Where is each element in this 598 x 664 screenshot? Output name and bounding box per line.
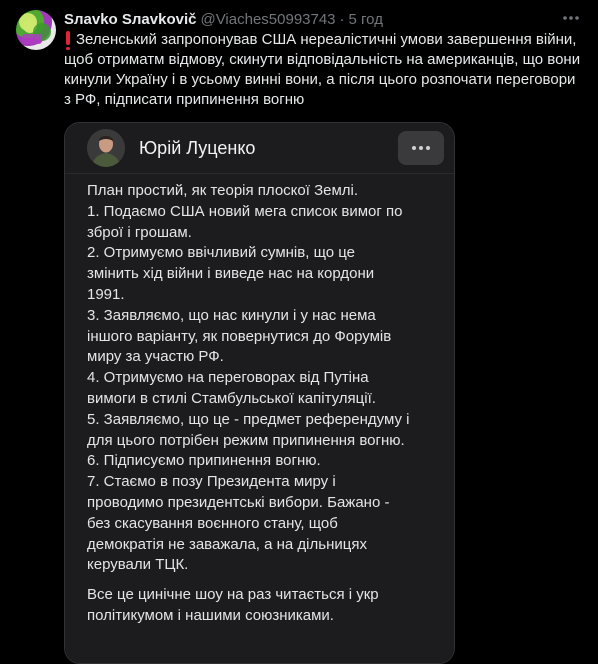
post-line: План простий, як теорія плоскої Землі. xyxy=(87,182,359,199)
screenshot-post: Юрій Луценко План простий, як теорія пло… xyxy=(65,123,454,663)
post-line: для цього потрібен режим припинення вогн… xyxy=(87,431,405,449)
post-line: 4. Отримуємо на переговорах від Путіна xyxy=(87,369,369,387)
separator-dot: · xyxy=(339,10,345,28)
post-line: 6. Підписуємо припинення вогню. xyxy=(87,452,321,470)
post-line: вимоги в стилі Стамбульської капітуляції… xyxy=(87,389,376,407)
exclamation-icon xyxy=(66,31,70,50)
post-main-text: План простий, як теорія плоскої Землі. 1.… xyxy=(87,181,427,576)
post-line: без скасування воєнного стану, щоб xyxy=(87,514,338,532)
post-line: 3. Заявляємо, що нас кинули і у нас нема xyxy=(87,306,376,324)
tweet-text: Зеленський запропонував США нереалістичн… xyxy=(64,31,581,108)
divider xyxy=(65,173,454,174)
tweet-header: Sлavko Sлavkovič @Viaches50993743 · 5 го… xyxy=(64,9,383,29)
post-line: змінить хід війни і виведе нас на кордон… xyxy=(87,265,375,283)
timestamp[interactable]: 5 год xyxy=(349,11,383,28)
author-avatar xyxy=(87,129,125,167)
post-line: 7. Стаємо в позу Президента миру і xyxy=(87,473,336,491)
post-closing-text: Все це цинічне шоу на раз читається і ук… xyxy=(87,585,427,627)
post-line: іншого варіанту, як повернутися до Форум… xyxy=(87,327,392,345)
post-line: керували ТЦК. xyxy=(87,556,189,574)
post-header: Юрій Луценко xyxy=(65,123,454,173)
post-line: Все це цинічне шоу на раз читається і ук… xyxy=(87,586,379,604)
post-body: План простий, як теорія плоскої Землі. 1.… xyxy=(87,181,427,627)
author-name: Юрій Луценко xyxy=(139,138,256,158)
post-line: 5. Заявляємо, що це - предмет референдум… xyxy=(87,410,410,428)
post-more-button[interactable] xyxy=(398,131,444,165)
post-line: проводимо президентські вибори. Бажано - xyxy=(87,493,390,511)
post-line: демократія не заважала, а на дільницях xyxy=(87,535,367,553)
more-options-button[interactable] xyxy=(560,8,582,28)
post-line: миру за участю РФ. xyxy=(87,348,224,366)
post-line: 1991. xyxy=(87,285,125,303)
previous-tweet-fragment: ··· xyxy=(0,0,598,6)
more-horizontal-icon xyxy=(412,146,430,150)
display-name[interactable]: Sлavko Sлavkovič xyxy=(64,11,196,28)
post-line: зброї і грошам. xyxy=(87,223,192,241)
user-avatar[interactable] xyxy=(16,10,56,50)
more-horizontal-icon xyxy=(563,16,579,20)
embedded-image-card[interactable]: Юрій Луценко План простий, як теорія пло… xyxy=(64,122,455,664)
post-line: 1. Подаємо США новий мега список вимог п… xyxy=(87,202,403,220)
post-line: 2. Отримуємо ввічливий сумнів, що це xyxy=(87,244,356,262)
user-handle[interactable]: @Viaches50993743 xyxy=(200,11,335,28)
tweet-body: Зеленський запропонував США нереалістичн… xyxy=(64,30,584,110)
post-line: політикумом і нашими союзниками. xyxy=(87,606,334,624)
